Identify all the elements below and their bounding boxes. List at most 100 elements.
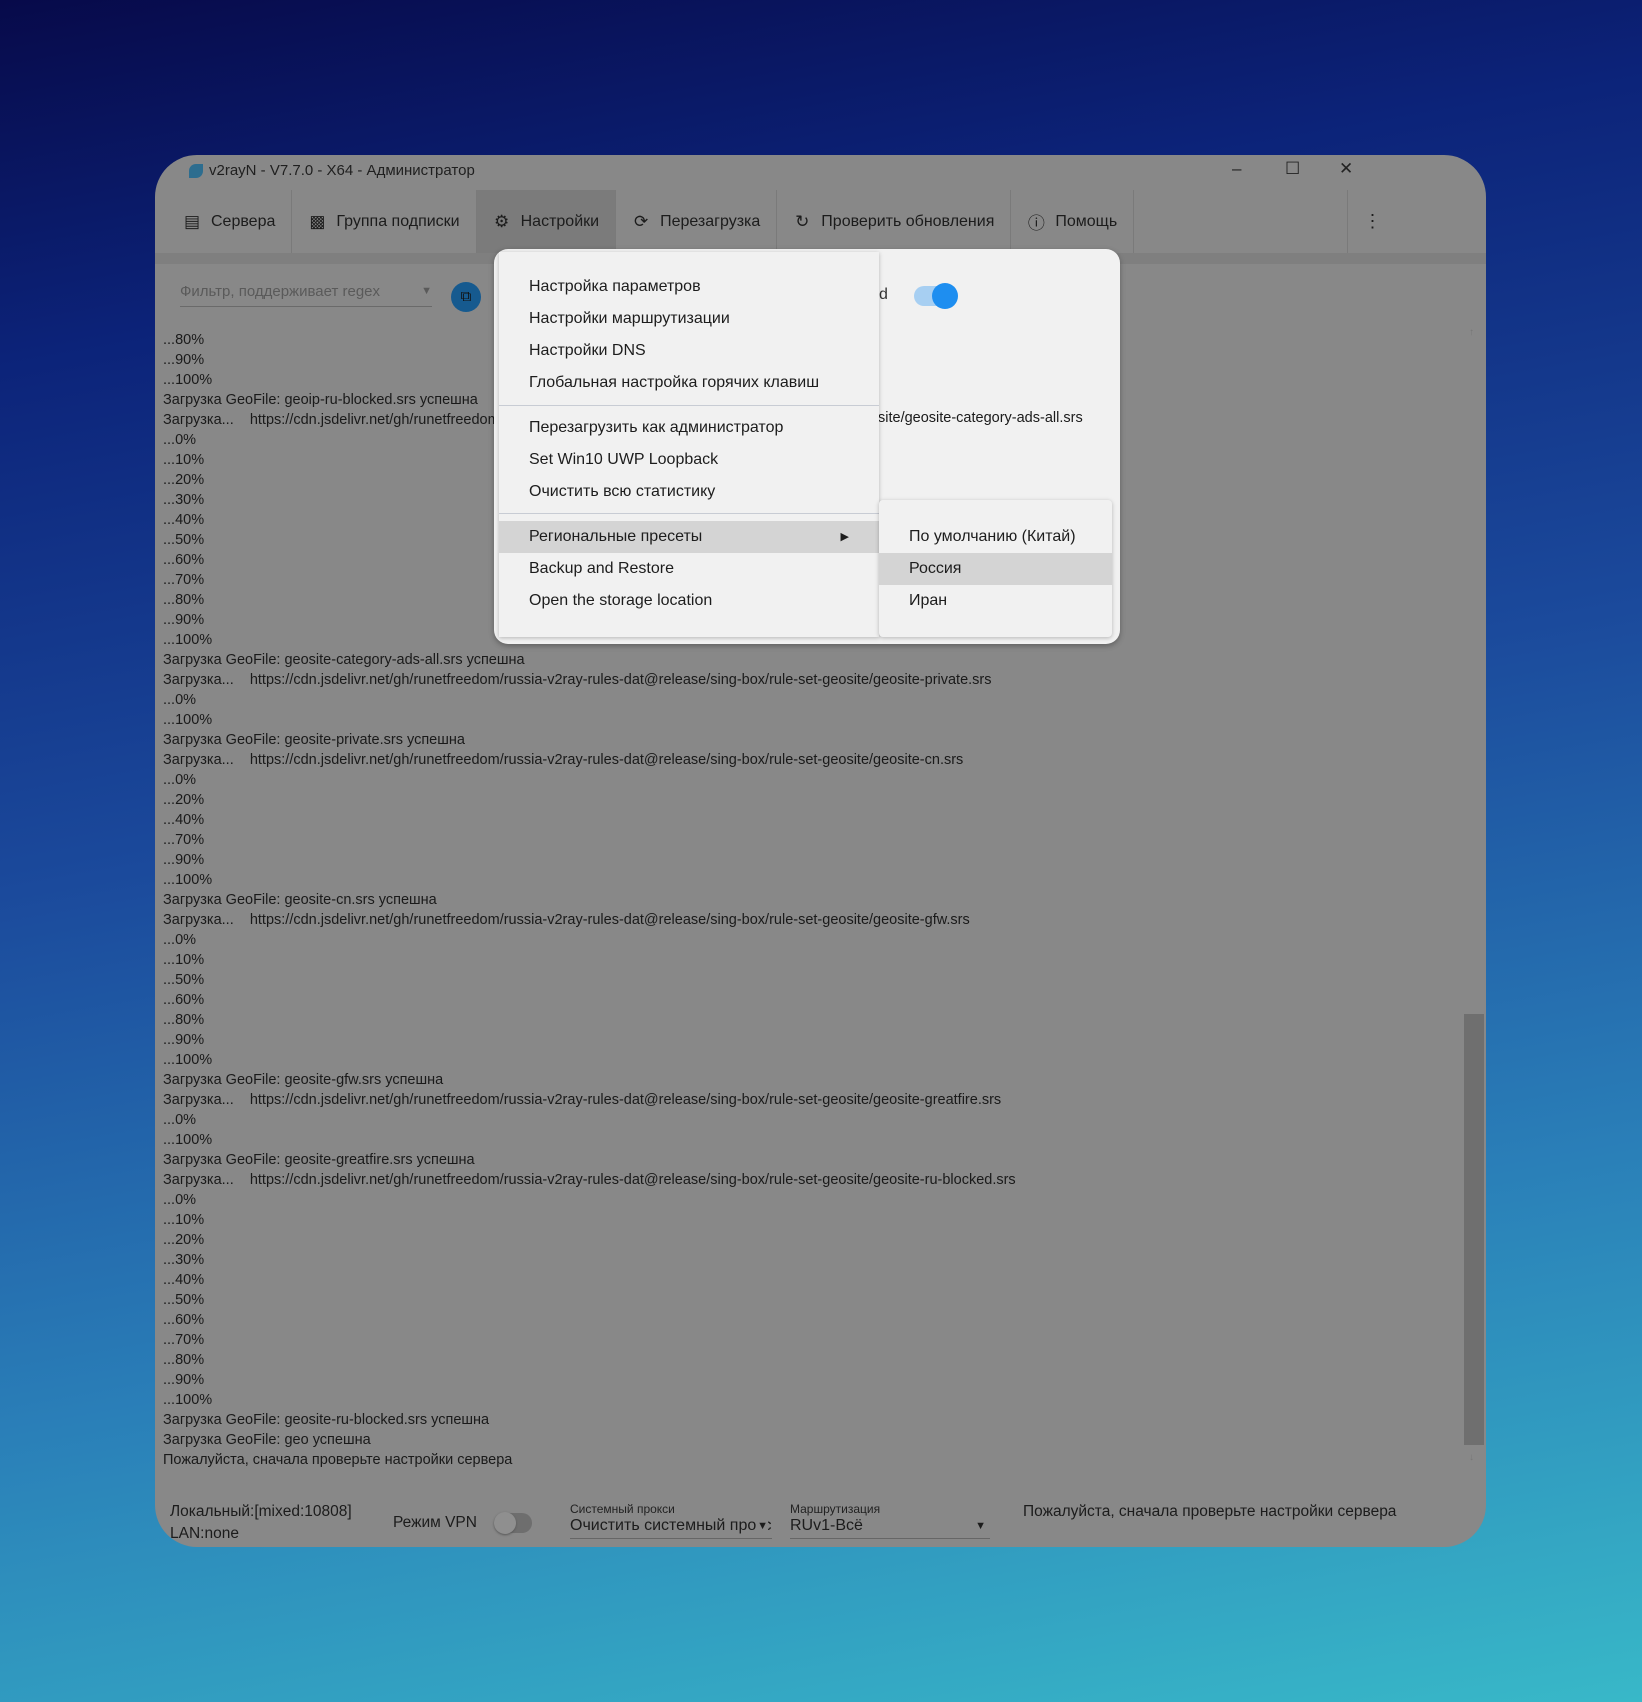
- toolbar-label: Проверить обновления: [821, 212, 995, 230]
- log-line: Загрузка GeoFile: geosite-ru-blocked.srs…: [163, 1412, 490, 1428]
- menu-item-backup[interactable]: Backup and Restore: [499, 553, 879, 585]
- menu-item-routing[interactable]: Настройки маршрутизации: [499, 303, 879, 335]
- log-line: ...40%: [163, 812, 205, 828]
- log-line: ...20%: [163, 792, 205, 808]
- status-bar: Локальный:[mixed:10808] LAN:none Режим V…: [155, 1495, 1486, 1547]
- menu-item-restart-admin[interactable]: Перезагрузить как администратор: [499, 412, 879, 444]
- log-line: ...0%: [163, 1192, 197, 1208]
- routing-select[interactable]: RUv1-Всё ▼: [790, 1517, 990, 1539]
- log-line: Загрузка... https://cdn.jsdelivr.net/gh/…: [163, 1172, 1016, 1188]
- subscription-icon: ▩: [309, 211, 326, 231]
- toolbar-servers[interactable]: ▤ Сервера: [167, 190, 293, 253]
- toolbar-settings[interactable]: ⚙ Настройки: [476, 190, 617, 253]
- log-line: Загрузка... https://cdn.jsdelivr.net/gh/…: [163, 912, 970, 928]
- toolbar-reload[interactable]: ⟳ Перезагрузка: [616, 190, 778, 253]
- menu-separator: [499, 405, 879, 406]
- maximize-button[interactable]: ☐: [1285, 159, 1300, 179]
- log-line: ...100%: [163, 1052, 213, 1068]
- log-line: ...80%: [163, 1012, 205, 1028]
- log-line: Загрузка... https://cdn.jsdelivr.net/gh/…: [163, 1092, 1002, 1108]
- filter-placeholder: Фильтр, поддерживает regex: [180, 283, 381, 300]
- submenu-item-russia[interactable]: Россия: [879, 553, 1112, 585]
- toolbar-label: Помощь: [1055, 212, 1118, 230]
- reload-icon: ⟳: [633, 211, 649, 231]
- toolbar-subscription[interactable]: ▩ Группа подписки: [292, 190, 477, 253]
- toolbar-label: Настройки: [520, 212, 600, 230]
- log-line: ...100%: [163, 1132, 213, 1148]
- log-line: ...70%: [163, 832, 205, 848]
- menu-item-clear-stats[interactable]: Очистить всю статистику: [499, 476, 879, 508]
- routing-label: Маршрутизация: [790, 1502, 881, 1516]
- log-line: ...20%: [163, 1232, 205, 1248]
- scrollbar-thumb[interactable]: [1464, 1014, 1484, 1445]
- chevron-down-icon[interactable]: ▼: [421, 285, 432, 297]
- toolbar-label: Перезагрузка: [660, 212, 761, 230]
- routing-value: RUv1-Всё: [790, 1517, 863, 1534]
- filter-input[interactable]: Фильтр, поддерживает regex ▼: [180, 283, 432, 307]
- settings-menu: Настройка параметров Настройки маршрутиз…: [499, 252, 879, 637]
- app-logo-icon: [189, 163, 203, 178]
- system-proxy-label: Системный прокси: [570, 1502, 675, 1516]
- log-line: ...90%: [163, 1032, 205, 1048]
- log-line: ...100%: [163, 872, 213, 888]
- vpn-mode-toggle[interactable]: [494, 1512, 532, 1534]
- minimize-button[interactable]: –: [1232, 159, 1241, 179]
- system-proxy-select[interactable]: Очистить системный прокси ▼: [570, 1517, 772, 1539]
- toolbar-help[interactable]: ⓘ Помощь: [1011, 190, 1135, 253]
- scroll-up-icon[interactable]: ↑: [1469, 327, 1474, 338]
- log-line: ...0%: [163, 772, 197, 788]
- log-line: Загрузка GeoFile: geosite-category-ads-a…: [163, 652, 525, 668]
- submenu-item-default-china[interactable]: По умолчанию (Китай): [879, 521, 1112, 553]
- more-options-icon[interactable]: ⋮: [1347, 190, 1397, 253]
- log-line: ...10%: [163, 1212, 205, 1228]
- enabled-toggle[interactable]: [914, 283, 958, 309]
- menu-item-dns[interactable]: Настройки DNS: [499, 335, 879, 367]
- log-line: Загрузка GeoFile: geo успешна: [163, 1432, 371, 1448]
- copy-icon[interactable]: ⧉: [451, 282, 481, 312]
- toolbar: ▤ Сервера ▩ Группа подписки ⚙ Настройки ⟳ Пе…: [167, 190, 1486, 253]
- log-line: ...60%: [163, 992, 205, 1008]
- log-line: ...10%: [163, 952, 205, 968]
- title-bar: v2rayN - V7.7.0 - X64 - Администратор: [189, 162, 475, 179]
- menu-item-hotkeys[interactable]: Глобальная настройка горячих клавиш: [499, 367, 879, 399]
- close-button[interactable]: ✕: [1339, 159, 1353, 179]
- log-line: ...0%: [163, 692, 197, 708]
- log-line: Загрузка... https://cdn.jsdelivr.net/gh/…: [163, 752, 964, 768]
- scroll-down-icon[interactable]: ↓: [1469, 1452, 1474, 1463]
- vpn-mode-label: Режим VPN: [393, 1514, 477, 1531]
- window-title: v2rayN - V7.7.0 - X64 - Администратор: [209, 162, 475, 179]
- log-line: ...100%: [163, 712, 213, 728]
- log-line: ...0%: [163, 1112, 197, 1128]
- system-proxy-value: Очистить системный прокси: [570, 1517, 772, 1534]
- log-line: Загрузка GeoFile: geosite-greatfire.srs …: [163, 1152, 475, 1168]
- menu-item-uwp-loopback[interactable]: Set Win10 UWP Loopback: [499, 444, 879, 476]
- chevron-right-icon: ▶: [840, 531, 849, 543]
- log-line: ...70%: [163, 1332, 205, 1348]
- partial-log-text: site/geosite-category-ads-all.srs: [878, 410, 1083, 426]
- toolbar-check-updates[interactable]: ↻ Проверить обновления: [777, 190, 1012, 253]
- menu-item-settings[interactable]: Настройка параметров: [499, 271, 879, 303]
- partial-toggle-label: d: [879, 286, 888, 303]
- log-line: ...50%: [163, 1292, 205, 1308]
- log-line: ...30%: [163, 1252, 205, 1268]
- log-line: ...80%: [163, 1352, 205, 1368]
- submenu-item-iran[interactable]: Иран: [879, 585, 1112, 617]
- regional-presets-submenu: По умолчанию (Китай) Россия Иран: [879, 500, 1112, 637]
- server-icon: ▤: [183, 211, 201, 231]
- update-icon: ↻: [795, 211, 810, 231]
- toolbar-label: Группа подписки: [336, 212, 460, 230]
- help-icon: ⓘ: [1027, 214, 1045, 233]
- toolbar-label: Сервера: [211, 212, 276, 230]
- chevron-down-icon: ▼: [975, 1520, 986, 1532]
- local-port-text: Локальный:[mixed:10808]: [170, 1503, 352, 1520]
- menu-item-label: Региональные пресеты: [529, 528, 703, 545]
- log-line: ...100%: [163, 1392, 213, 1408]
- menu-item-storage-location[interactable]: Open the storage location: [499, 585, 879, 617]
- log-scrollbar[interactable]: ↑ ↓: [1464, 325, 1484, 1465]
- chevron-down-icon: ▼: [757, 1520, 768, 1532]
- log-line: ...90%: [163, 1372, 205, 1388]
- status-message: Пожалуйста, сначала проверьте настройки …: [1023, 1503, 1397, 1520]
- menu-item-regional-presets[interactable]: Региональные пресеты ▶: [499, 521, 879, 553]
- menu-separator: [499, 513, 879, 514]
- log-line: Загрузка GeoFile: geosite-gfw.srs успешн…: [163, 1072, 444, 1088]
